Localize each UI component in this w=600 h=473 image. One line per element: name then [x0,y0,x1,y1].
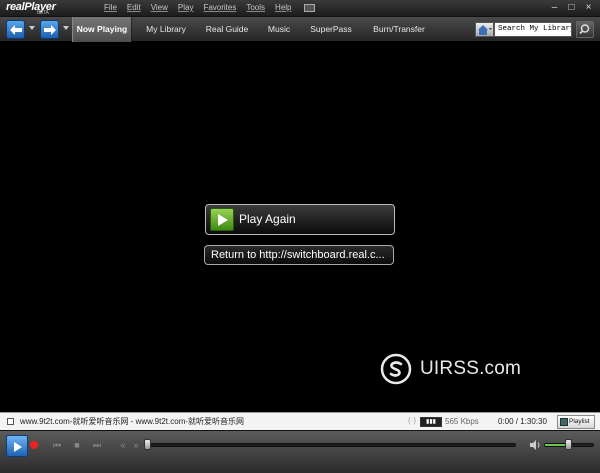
bandwidth-meter-icon: ▮▮▮ [420,417,442,427]
tab-music[interactable]: Music [262,17,296,42]
window-controls: – □ × [549,3,594,14]
search-button[interactable] [576,21,594,38]
menu-favorites[interactable]: Favorites [203,3,236,12]
controls-bar: ⏮ ■ ⏭ « » [0,430,600,473]
tab-burn-transfer[interactable]: Burn/Transfer [366,17,432,42]
menu-file[interactable]: File [104,3,117,12]
fast-forward-icon[interactable]: » [131,440,141,450]
previous-icon[interactable]: ⏮ [52,440,62,450]
play-button[interactable] [6,435,28,457]
time-display: 0:00 / 1:30:30 [498,417,547,426]
record-icon[interactable] [30,441,38,449]
tab-superpass[interactable]: SuperPass [304,17,358,42]
stop-icon[interactable]: ■ [72,440,82,450]
playlist-button[interactable]: Playlist [557,415,595,429]
clip-info-toggle[interactable] [7,418,14,425]
video-area[interactable]: Play Again Return to http://switchboard.… [0,43,600,412]
arrow-left-icon [10,25,22,35]
menu-play[interactable]: Play [178,3,194,12]
menu-bar: File Edit View Play Favorites Tools Help [104,3,315,12]
close-icon[interactable]: × [583,3,594,14]
forward-history-dropdown[interactable] [63,26,69,30]
tab-now-playing[interactable]: Now Playing [72,17,132,42]
nav-bar: Now Playing My Library Real Guide Music … [0,17,600,42]
playlist-label: Playlist [569,418,590,425]
tab-real-guide[interactable]: Real Guide [200,17,254,42]
volume-handle[interactable] [565,439,572,450]
menu-help[interactable]: Help [275,3,291,12]
arrow-right-icon [44,25,56,35]
seek-handle[interactable] [144,439,151,450]
minimize-icon[interactable]: – [549,3,560,14]
play-again-button[interactable]: Play Again [205,204,395,235]
rewind-icon[interactable]: « [118,440,128,450]
search-icon [579,24,590,35]
tab-my-library[interactable]: My Library [140,17,192,42]
watermark-logo-icon [380,353,412,385]
status-bar: www.9t2t.com-就听爱听音乐网 - www.9t2t.com-就听爱听… [0,412,600,430]
watermark-text: UIRSS.com [420,358,522,379]
play-icon [210,208,234,231]
menu-view[interactable]: View [151,3,168,12]
logo-badge: BETA [37,10,49,16]
volume-icon[interactable] [529,439,541,451]
bitrate: 565 Kbps [445,417,479,426]
mail-icon[interactable] [303,4,315,12]
watermark: UIRSS.com [380,353,521,385]
menu-tools[interactable]: Tools [246,3,265,12]
maximize-icon[interactable]: □ [566,3,577,14]
play-icon [14,442,22,452]
search-input[interactable]: Search My Library [494,22,572,37]
app-logo: realPlayer BETA [6,1,56,16]
menu-edit[interactable]: Edit [127,3,141,12]
return-link[interactable]: Return to http://switchboard.real.c... [204,245,394,265]
playlist-icon [560,418,568,426]
next-icon[interactable]: ⏭ [92,440,102,450]
back-button[interactable] [6,20,25,39]
play-again-label: Play Again [239,212,296,226]
back-history-dropdown[interactable] [29,26,35,30]
seek-bar[interactable] [146,443,516,447]
title-bar: realPlayer BETA File Edit View Play Favo… [0,0,600,17]
forward-button[interactable] [40,20,59,39]
home-icon[interactable] [475,22,494,37]
signal-icon: (·) [408,416,416,425]
clip-title: www.9t2t.com-就听爱听音乐网 - www.9t2t.com-就听爱听… [20,417,245,426]
